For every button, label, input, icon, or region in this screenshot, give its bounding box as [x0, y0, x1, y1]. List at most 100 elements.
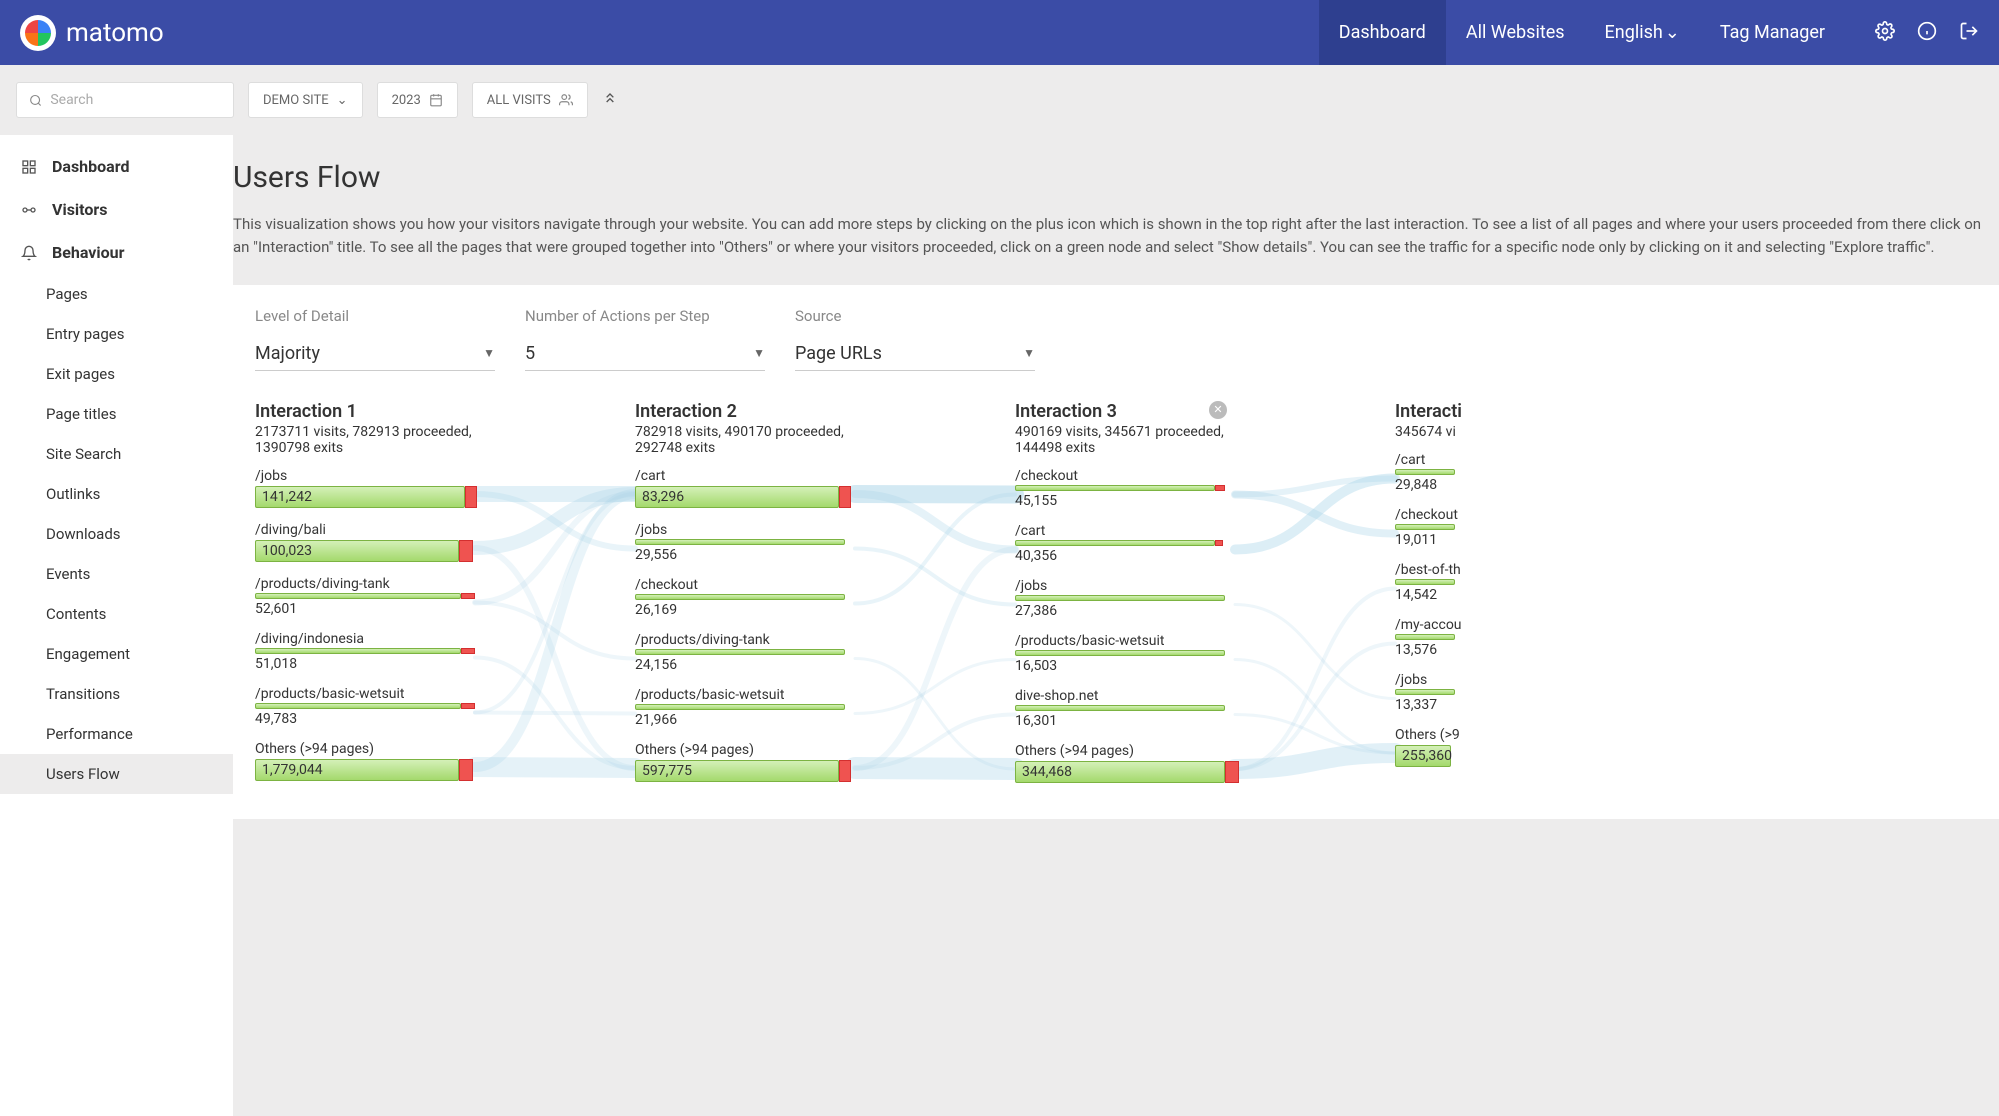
flow-column: Interaction 12173711 visits, 782913 proc…	[255, 401, 475, 797]
flow-column: Interaction 2782918 visits, 490170 proce…	[635, 401, 855, 797]
main-content: Users Flow This visualization shows you …	[233, 135, 1999, 1116]
flow-node[interactable]: Others (>94 pages)1,779,044	[255, 741, 475, 781]
node-proceed-bar	[1015, 705, 1225, 711]
sidebar-sub-entry-pages[interactable]: Entry pages	[0, 314, 233, 354]
flow-node[interactable]: /best-of-th14,542	[1395, 562, 1615, 603]
actions-dropdown[interactable]: 5 ▼	[525, 337, 765, 371]
segment-selector[interactable]: ALL VISITS	[472, 82, 588, 118]
sidebar-sub-exit-pages[interactable]: Exit pages	[0, 354, 233, 394]
node-label: /best-of-th	[1395, 562, 1615, 578]
node-proceed-bar	[635, 704, 845, 710]
sidebar-item-behaviour[interactable]: Behaviour	[0, 231, 233, 274]
flow-node[interactable]: /diving/bali100,023	[255, 522, 475, 562]
sidebar-sub-transitions[interactable]: Transitions	[0, 674, 233, 714]
nav-dashboard[interactable]: Dashboard	[1319, 0, 1446, 65]
sidebar-sub-contents[interactable]: Contents	[0, 594, 233, 634]
node-label: /jobs	[255, 468, 475, 484]
node-proceed-bar	[1015, 485, 1215, 491]
page-description: This visualization shows you how your vi…	[233, 213, 1999, 260]
flow-node[interactable]: /products/basic-wetsuit16,503	[1015, 633, 1235, 674]
flow-node[interactable]: /diving/indonesia 51,018	[255, 631, 475, 672]
bell-icon	[20, 245, 38, 261]
flow-node[interactable]: /jobs27,386	[1015, 578, 1235, 619]
node-label: dive-shop.net	[1015, 688, 1235, 704]
node-proceed-bar	[635, 594, 845, 600]
node-label: /diving/indonesia	[255, 631, 475, 647]
node-label: /products/diving-tank	[255, 576, 475, 592]
sidebar-item-visitors[interactable]: Visitors	[0, 188, 233, 231]
site-selector[interactable]: DEMO SITE ⌄	[248, 82, 363, 118]
flow-node[interactable]: /cart29,848	[1395, 452, 1615, 493]
sidebar-sub-events[interactable]: Events	[0, 554, 233, 594]
flow-node[interactable]: /my-accou13,576	[1395, 617, 1615, 658]
flow-node[interactable]: /jobs13,337	[1395, 672, 1615, 713]
nav-all-websites[interactable]: All Websites	[1446, 0, 1585, 65]
sidebar-sub-engagement[interactable]: Engagement	[0, 634, 233, 674]
sidebar-item-dashboard[interactable]: Dashboard	[0, 145, 233, 188]
sidebar-sub-pages[interactable]: Pages	[0, 274, 233, 314]
date-selector[interactable]: 2023	[377, 82, 458, 118]
flow-node[interactable]: /jobs 141,242	[255, 468, 475, 508]
node-value: 13,576	[1395, 642, 1615, 658]
logout-icon[interactable]	[1959, 21, 1979, 45]
users-flow-chart: Interaction 12173711 visits, 782913 proc…	[255, 401, 1977, 797]
flow-column: Interacti345674 vi/cart29,848/checkout19…	[1395, 401, 1615, 797]
flow-node[interactable]: /checkout45,155	[1015, 468, 1235, 509]
sidebar-sub-page-titles[interactable]: Page titles	[0, 394, 233, 434]
sidebar-sub-users-flow[interactable]: Users Flow	[0, 754, 233, 794]
source-dropdown[interactable]: Page URLs ▼	[795, 337, 1035, 371]
flow-node[interactable]: /checkout19,011	[1395, 507, 1615, 548]
flow-node[interactable]: Others (>9255,360	[1395, 727, 1615, 767]
node-exit-bar	[459, 759, 473, 781]
node-proceed-bar	[1015, 540, 1215, 546]
node-label: /jobs	[635, 522, 855, 538]
flow-node[interactable]: /products/basic-wetsuit49,783	[255, 686, 475, 727]
node-proceed-bar: 255,360	[1395, 745, 1451, 767]
close-column-icon[interactable]: ✕	[1209, 401, 1227, 419]
chevron-down-icon: ⌄	[337, 93, 348, 108]
node-proceed-bar: 597,775	[635, 760, 839, 782]
sidebar-sub-performance[interactable]: Performance	[0, 714, 233, 754]
column-title[interactable]: Interaction 1	[255, 401, 475, 422]
column-title[interactable]: Interacti	[1395, 401, 1615, 422]
flow-node[interactable]: /products/basic-wetsuit21,966	[635, 687, 855, 728]
page-title: Users Flow	[233, 160, 1999, 195]
search-field[interactable]	[50, 92, 221, 108]
node-value: 51,018	[255, 656, 475, 672]
info-icon[interactable]	[1917, 21, 1937, 45]
sidebar-sub-outlinks[interactable]: Outlinks	[0, 474, 233, 514]
node-proceed-bar: 344,468	[1015, 761, 1225, 783]
expand-icon[interactable]	[602, 90, 618, 110]
column-title[interactable]: Interaction 2	[635, 401, 855, 422]
node-proceed-bar	[1395, 579, 1455, 585]
sidebar-sub-downloads[interactable]: Downloads	[0, 514, 233, 554]
sidebar-item-label: Dashboard	[52, 157, 129, 176]
sidebar-item-label: Behaviour	[52, 243, 124, 262]
detail-dropdown[interactable]: Majority ▼	[255, 337, 495, 371]
nav-language[interactable]: English⌄	[1585, 0, 1700, 65]
flow-node[interactable]: /checkout26,169	[635, 577, 855, 618]
node-label: Others (>94 pages)	[1015, 743, 1235, 759]
flow-node[interactable]: dive-shop.net16,301	[1015, 688, 1235, 729]
nav-tag-manager[interactable]: Tag Manager	[1700, 0, 1845, 65]
sidebar: Dashboard Visitors Behaviour PagesEntry …	[0, 135, 233, 1116]
node-proceed-bar: 83,296	[635, 486, 839, 508]
column-title[interactable]: Interaction 3	[1015, 401, 1235, 422]
flow-node[interactable]: /products/diving-tank52,601	[255, 576, 475, 617]
node-label: /jobs	[1395, 672, 1615, 688]
flow-node[interactable]: Others (>94 pages)597,775	[635, 742, 855, 782]
node-proceed-bar	[1395, 469, 1455, 475]
node-label: /cart	[1395, 452, 1615, 468]
logo[interactable]: matomo	[20, 15, 164, 51]
node-proceed-bar: 141,242	[255, 486, 465, 508]
flow-node[interactable]: Others (>94 pages) 344,468	[1015, 743, 1235, 783]
sidebar-sub-site-search[interactable]: Site Search	[0, 434, 233, 474]
gear-icon[interactable]	[1875, 21, 1895, 45]
node-proceed-bar	[1395, 634, 1455, 640]
flow-node[interactable]: /cart40,356	[1015, 523, 1235, 564]
flow-column: Interaction 3490169 visits, 345671 proce…	[1015, 401, 1235, 797]
flow-node[interactable]: /jobs29,556	[635, 522, 855, 563]
flow-node[interactable]: /cart83,296	[635, 468, 855, 508]
search-input[interactable]	[16, 82, 234, 118]
flow-node[interactable]: /products/diving-tank24,156	[635, 632, 855, 673]
